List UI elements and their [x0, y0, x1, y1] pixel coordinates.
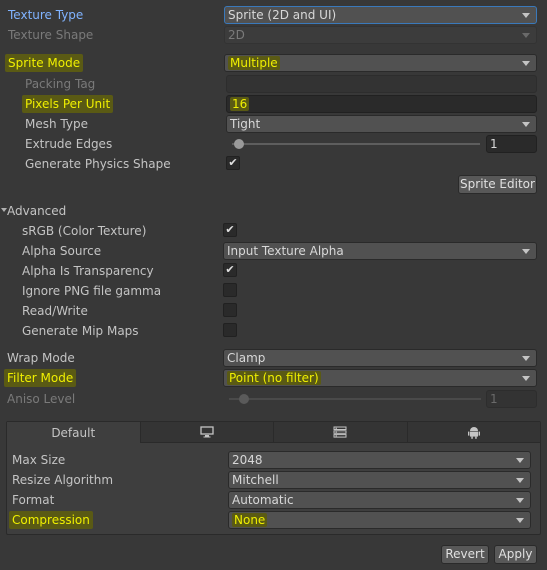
chevron-down-icon — [522, 13, 530, 18]
max-size-value: 2048 — [232, 453, 263, 467]
extrude-edges-slider-thumb[interactable] — [234, 139, 244, 149]
checkmark-icon: ✔ — [228, 156, 238, 169]
generate-mip-maps-label: Generate Mip Maps — [22, 324, 139, 338]
sprite-mode-label: Sprite Mode — [5, 54, 84, 72]
chevron-down-icon — [516, 458, 524, 463]
tab-default[interactable]: Default — [7, 422, 141, 443]
chevron-down-icon — [522, 249, 530, 254]
srgb-label: sRGB (Color Texture) — [22, 224, 147, 238]
alpha-source-label: Alpha Source — [22, 244, 102, 258]
alpha-source-dropdown[interactable]: Input Texture Alpha — [223, 242, 537, 260]
wrap-mode-value: Clamp — [227, 351, 266, 365]
aniso-level-slider-thumb — [239, 394, 249, 404]
generate-physics-shape-label: Generate Physics Shape — [25, 157, 171, 171]
pixels-per-unit-label: Pixels Per Unit — [22, 95, 114, 113]
aniso-level-slider-track — [229, 398, 481, 400]
chevron-down-icon — [522, 61, 530, 66]
mesh-type-label: Mesh Type — [25, 117, 88, 131]
compression-label: Compression — [9, 511, 93, 529]
max-size-label: Max Size — [12, 453, 66, 467]
extrude-edges-label: Extrude Edges — [25, 137, 113, 151]
server-icon — [333, 426, 347, 438]
resize-algorithm-value: Mitchell — [232, 473, 279, 487]
compression-value: None — [232, 513, 268, 527]
chevron-down-icon — [516, 498, 524, 503]
sprite-mode-value: Multiple — [228, 56, 280, 70]
android-icon — [467, 426, 480, 439]
sprite-mode-dropdown[interactable]: Multiple — [224, 54, 537, 72]
texture-type-value: Sprite (2D and UI) — [228, 8, 337, 22]
texture-shape-dropdown: 2D — [224, 26, 537, 44]
ignore-png-gamma-checkbox[interactable] — [223, 283, 237, 297]
chevron-down-icon — [516, 478, 524, 483]
monitor-icon — [200, 426, 214, 438]
alpha-is-transparency-checkbox[interactable]: ✔ — [223, 263, 237, 277]
filter-mode-label: Filter Mode — [4, 369, 77, 387]
tab-standalone[interactable] — [140, 422, 274, 443]
max-size-dropdown[interactable]: 2048 — [228, 451, 531, 469]
checkmark-icon: ✔ — [225, 223, 235, 236]
chevron-down-icon — [522, 376, 530, 381]
packing-tag-label: Packing Tag — [25, 77, 96, 91]
read-write-checkbox[interactable] — [223, 303, 237, 317]
texture-shape-value: 2D — [228, 28, 245, 42]
pixels-per-unit-value: 16 — [230, 97, 250, 111]
resize-algorithm-dropdown[interactable]: Mitchell — [228, 471, 531, 489]
generate-physics-shape-checkbox[interactable]: ✔ — [226, 156, 240, 170]
apply-button[interactable]: Apply — [494, 545, 537, 564]
filter-mode-dropdown[interactable]: Point (no filter) — [223, 369, 537, 387]
extrude-edges-field[interactable]: 1 — [486, 135, 537, 153]
wrap-mode-label: Wrap Mode — [7, 351, 75, 365]
alpha-source-value: Input Texture Alpha — [227, 244, 344, 258]
chevron-down-icon — [522, 122, 530, 127]
advanced-foldout-label[interactable]: Advanced — [7, 202, 66, 220]
texture-shape-label: Texture Shape — [8, 28, 94, 42]
alpha-is-transparency-label: Alpha Is Transparency — [22, 264, 154, 278]
mesh-type-dropdown[interactable]: Tight — [226, 115, 537, 133]
pixels-per-unit-field[interactable]: 16 — [226, 95, 537, 113]
checkmark-icon: ✔ — [225, 263, 235, 276]
revert-button[interactable]: Revert — [441, 545, 489, 564]
aniso-level-field: 1 — [486, 390, 537, 408]
read-write-label: Read/Write — [22, 304, 88, 318]
mesh-type-value: Tight — [230, 117, 261, 131]
chevron-down-icon — [522, 33, 530, 38]
platform-tabs: Default — [7, 422, 540, 443]
srgb-checkbox[interactable]: ✔ — [223, 223, 237, 237]
format-value: Automatic — [232, 493, 294, 507]
resize-algorithm-label: Resize Algorithm — [12, 473, 114, 487]
chevron-down-icon — [516, 518, 524, 523]
chevron-down-icon — [522, 356, 530, 361]
texture-type-label: Texture Type — [8, 8, 84, 22]
wrap-mode-dropdown[interactable]: Clamp — [223, 349, 537, 367]
sprite-editor-button[interactable]: Sprite Editor — [458, 175, 537, 194]
format-dropdown[interactable]: Automatic — [228, 491, 531, 509]
format-label: Format — [12, 493, 55, 507]
tab-server[interactable] — [274, 422, 408, 443]
tab-android[interactable] — [407, 422, 540, 443]
tab-default-label: Default — [51, 425, 96, 440]
filter-mode-value: Point (no filter) — [227, 371, 321, 385]
extrude-edges-slider-track[interactable] — [232, 143, 480, 145]
packing-tag-field — [226, 75, 537, 93]
texture-type-dropdown[interactable]: Sprite (2D and UI) — [224, 6, 537, 24]
generate-mip-maps-checkbox[interactable] — [223, 323, 237, 337]
aniso-level-label: Aniso Level — [7, 392, 76, 406]
ignore-png-gamma-label: Ignore PNG file gamma — [22, 284, 162, 298]
compression-dropdown[interactable]: None — [228, 511, 531, 529]
